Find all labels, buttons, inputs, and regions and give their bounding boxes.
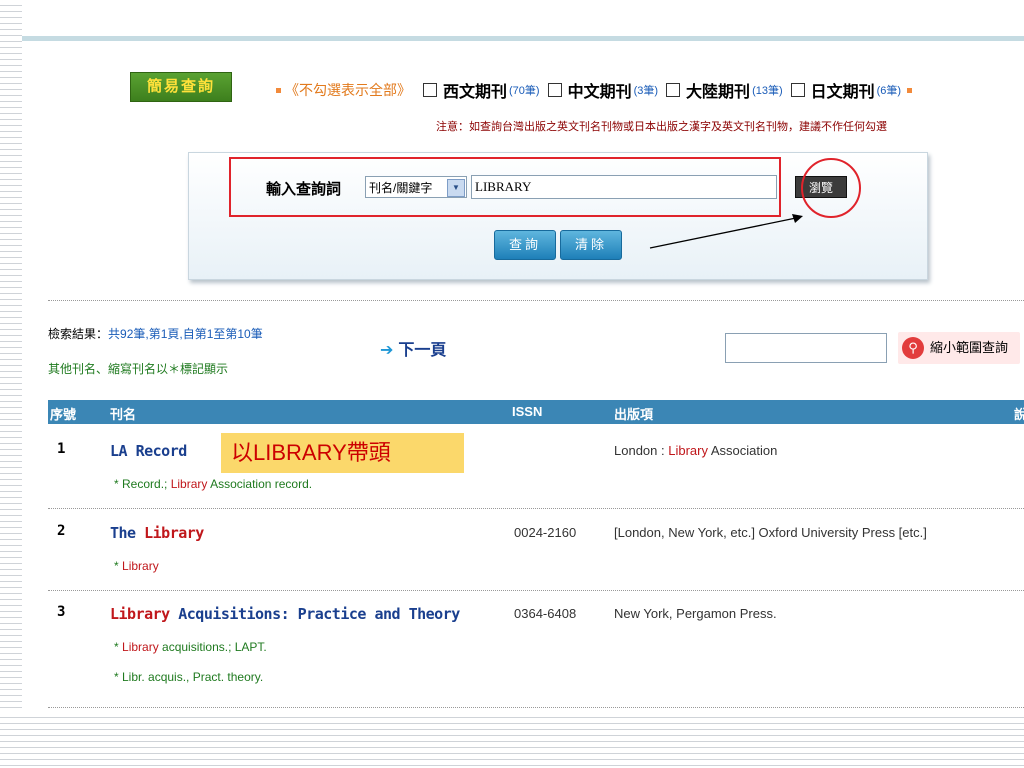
text-segment: London :: [614, 443, 669, 458]
clear-button[interactable]: 清除: [560, 230, 622, 260]
highlight-term: Library: [668, 443, 708, 458]
search-note: 注意：如查詢台灣出版之英文刊名刊物或日本出版之漢字及英文刊名刊物，建議不作任何勾…: [436, 121, 887, 133]
row-number: 1: [57, 441, 66, 457]
col-header-issn[interactable]: ISSN: [512, 404, 542, 419]
category-western-count: (70筆): [509, 85, 540, 97]
highlight-term: Library: [170, 477, 208, 491]
divider: [48, 300, 1024, 301]
col-header-num[interactable]: 序號: [50, 404, 76, 423]
highlight-term: Library: [110, 605, 170, 623]
row-separator: [48, 707, 1024, 708]
col-header-title[interactable]: 刊名: [110, 404, 136, 423]
category-chinese-label: 中文期刊: [567, 84, 632, 101]
checkbox-chinese[interactable]: [547, 83, 562, 97]
slide-bottom-rule: [0, 712, 1024, 768]
highlight-term: Library: [122, 559, 159, 573]
text-segment: acquisitions.; LAPT.: [158, 640, 267, 654]
category-chinese-count: (3筆): [633, 85, 659, 97]
text-segment: *: [114, 559, 123, 573]
text-segment: Acquisitions: Practice and Theory: [169, 605, 460, 623]
text-segment: New York, Pergamon Press.: [614, 606, 777, 621]
bullet-icon: [907, 87, 913, 93]
category-mainland-count: (13筆): [752, 85, 783, 97]
alternate-title: * Libr. acquis., Pract. theory.: [114, 670, 263, 684]
checkbox-japanese[interactable]: [790, 83, 805, 97]
col-header-notes[interactable]: 說: [1014, 404, 1024, 423]
category-japanese-count: (6筆): [876, 85, 902, 97]
text-segment: * Record.;: [114, 477, 171, 491]
text-segment: Association record.: [207, 477, 313, 491]
text-segment: * Libr. acquis., Pract. theory.: [114, 670, 264, 684]
alternate-title: * Record.; Library Association record.: [114, 477, 312, 491]
other-title-note: 其他刊名、縮寫刊名以＊標記顯示: [48, 362, 229, 376]
alternate-title: * Library: [114, 559, 159, 573]
category-filter-row: 《不勾選表示全部》 西文期刊 (70筆) 中文期刊 (3筆) 大陸期刊 (13筆) 日文期刊(…: [276, 78, 916, 102]
checkbox-mainland[interactable]: [666, 83, 681, 97]
issn-value: 0364-6408: [514, 606, 577, 621]
issn-value: 0024-2160: [514, 525, 577, 540]
slide-left-rule: [0, 0, 22, 768]
annotation-callout: 以LIBRARY帶頭: [221, 433, 464, 473]
alternate-title: * Library acquisitions.; LAPT.: [114, 640, 267, 654]
col-header-publisher[interactable]: 出版項: [614, 404, 653, 423]
row-separator: [48, 590, 1024, 591]
row-separator: [48, 508, 1024, 509]
journal-title-link[interactable]: Library Acquisitions: Practice and Theor…: [110, 605, 460, 623]
results-table-header: 序號 刊名 ISSN 出版項 說: [48, 400, 1024, 424]
simple-query-button[interactable]: 簡易查詢: [130, 72, 232, 102]
row-number: 2: [57, 523, 66, 539]
show-all-link[interactable]: 《不勾選表示全部》: [285, 82, 411, 98]
next-page-link[interactable]: ➔ 下一頁: [380, 336, 446, 360]
checkbox-western[interactable]: [423, 83, 437, 97]
highlight-term: Library: [144, 524, 204, 542]
category-mainland-label: 大陸期刊: [686, 84, 751, 101]
text-segment: Association: [707, 443, 778, 458]
result-summary-label: 檢索結果：: [48, 327, 109, 341]
row-number: 3: [57, 604, 66, 620]
journal-title-link[interactable]: The Library: [110, 524, 204, 542]
category-japanese-label: 日文期刊: [810, 84, 875, 101]
arrow-right-icon: ➔: [380, 342, 394, 359]
narrow-search-input[interactable]: [725, 333, 887, 363]
result-summary: 檢索結果：共92筆,第1頁,自第1至第10筆: [48, 325, 263, 342]
text-segment: LA Record: [110, 442, 187, 460]
journal-title-link[interactable]: LA Record: [110, 442, 187, 460]
narrow-search-label: 縮小範圍查詢: [930, 340, 1009, 355]
category-western-label: 西文期刊: [443, 84, 508, 101]
query-button[interactable]: 查詢: [494, 230, 556, 260]
publisher-value: [London, New York, etc.] Oxford Universi…: [614, 525, 927, 540]
text-segment: *: [114, 640, 123, 654]
publisher-value: London : Library Association: [614, 443, 777, 458]
text-segment: The: [110, 524, 145, 542]
result-summary-value: 共92筆,第1頁,自第1至第10筆: [108, 327, 263, 341]
highlight-term: Library: [122, 640, 159, 654]
annotation-arrow-icon: [649, 214, 803, 249]
magnifier-icon: ⚲: [902, 337, 924, 359]
bullet-icon: [276, 87, 281, 93]
text-segment: [London, New York, etc.] Oxford Universi…: [614, 525, 927, 540]
top-strip: [22, 36, 1024, 41]
annotation-red-circle: [801, 158, 861, 218]
publisher-value: New York, Pergamon Press.: [614, 606, 777, 621]
narrow-search-button[interactable]: ⚲ 縮小範圍查詢: [898, 332, 1021, 364]
next-page-label: 下一頁: [398, 342, 447, 359]
annotation-red-box: [229, 157, 781, 217]
